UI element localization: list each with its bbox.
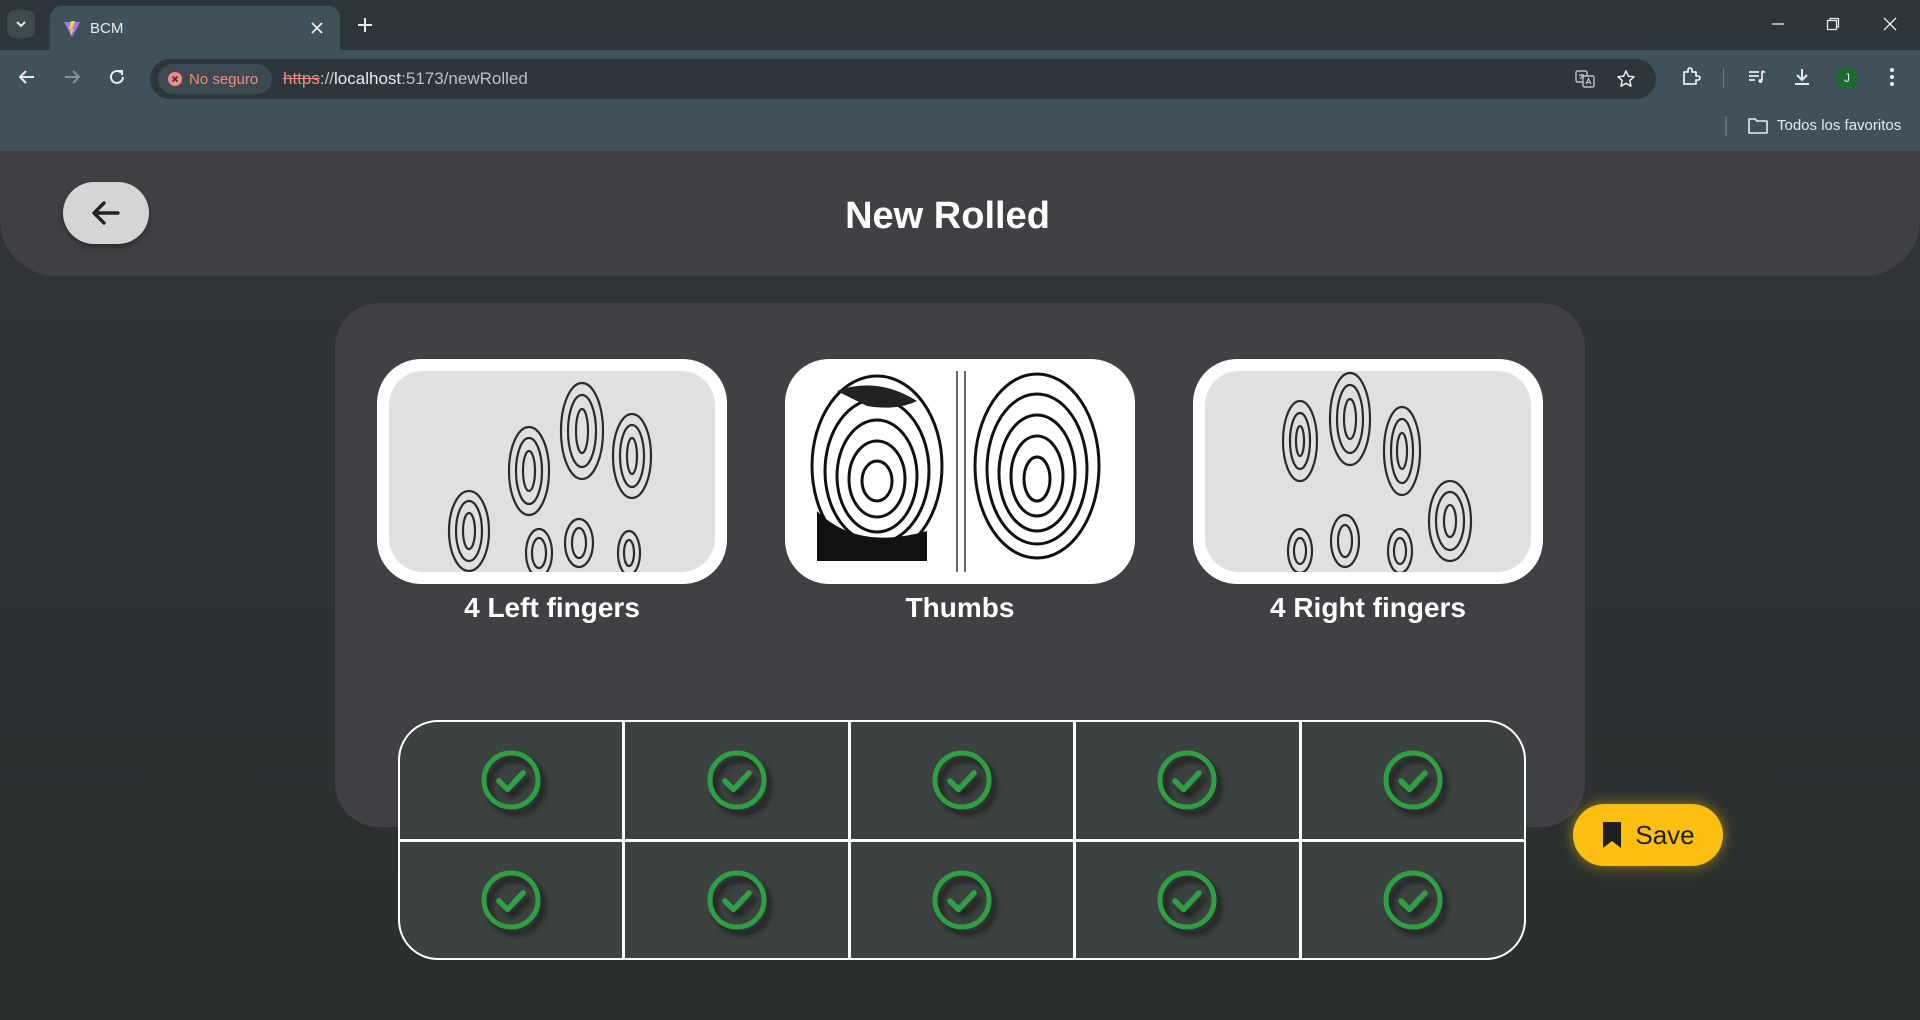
arrow-left-icon	[18, 70, 34, 84]
toolbar-divider	[1723, 68, 1724, 88]
extensions-button[interactable]	[1678, 64, 1704, 90]
bookmarks-divider	[1725, 116, 1727, 136]
not-secure-icon	[168, 72, 182, 86]
vite-favicon-icon	[64, 21, 80, 37]
check-circle-icon	[1383, 750, 1443, 810]
url-text[interactable]: https://localhost:5173/newRolled	[283, 69, 528, 89]
tab-bar: BCM	[0, 0, 1920, 50]
save-label: Save	[1635, 819, 1695, 850]
bookmarks-bar: Todos los favoritos	[0, 102, 1920, 151]
card-image-frame	[1193, 359, 1543, 584]
app-page: New Rolled 4 Left fingers Thumbs 4 Right…	[0, 151, 1920, 1020]
playlist-icon	[1749, 70, 1766, 83]
minimize-button[interactable]	[1764, 12, 1792, 36]
browser-tab[interactable]: BCM	[50, 6, 340, 50]
url-separator: ://	[319, 69, 335, 88]
tab-close-button[interactable]	[308, 19, 326, 37]
check-circle-icon	[481, 750, 541, 810]
more-vert-icon	[1890, 68, 1894, 86]
restore-icon	[1826, 17, 1840, 31]
arrow-right-icon	[65, 70, 81, 84]
all-bookmarks-link[interactable]: Todos los favoritos	[1777, 117, 1901, 134]
close-icon	[311, 22, 323, 34]
finger-cell[interactable]	[625, 722, 848, 839]
finger-cell[interactable]	[1076, 841, 1299, 958]
back-nav-button[interactable]	[14, 64, 40, 90]
card-image-frame	[377, 359, 727, 584]
reload-icon	[110, 69, 124, 84]
finger-cell[interactable]	[400, 722, 623, 839]
close-icon	[1883, 17, 1897, 31]
check-circle-icon	[707, 750, 767, 810]
thumbs-image	[797, 371, 1123, 572]
app-header: New Rolled	[0, 151, 1920, 276]
browser-toolbar: No seguro https://localhost:5173/newRoll…	[0, 50, 1920, 102]
puzzle-icon	[1683, 67, 1701, 85]
security-chip[interactable]: No seguro	[158, 64, 272, 94]
translate-icon	[1575, 70, 1595, 88]
save-button[interactable]: Save	[1573, 804, 1723, 866]
check-circle-icon	[1157, 750, 1217, 810]
star-icon	[1617, 70, 1635, 87]
finger-cell[interactable]	[400, 841, 623, 958]
bookmark-icon	[1603, 822, 1622, 848]
left-fingers-image	[389, 371, 715, 572]
profile-avatar[interactable]: J	[1836, 67, 1858, 89]
card-label: 4 Right fingers	[1269, 592, 1466, 623]
url-host: localhost	[334, 69, 402, 88]
forward-nav-button[interactable]	[59, 64, 85, 90]
finger-cell[interactable]	[625, 841, 848, 958]
page-title: New Rolled	[845, 195, 1050, 237]
thumbs-card[interactable]: Thumbs	[785, 359, 1135, 623]
finger-status-grid	[398, 720, 1526, 960]
check-circle-icon	[1383, 870, 1443, 930]
address-bar[interactable]: No seguro https://localhost:5173/newRoll…	[150, 59, 1656, 99]
right-fingers-card[interactable]: 4 Right fingers	[1193, 359, 1543, 623]
reload-button[interactable]	[104, 64, 130, 90]
restore-button[interactable]	[1819, 12, 1847, 36]
finger-cell[interactable]	[850, 722, 1074, 839]
finger-cell[interactable]	[850, 841, 1074, 958]
check-circle-icon	[1157, 870, 1217, 930]
check-circle-icon	[932, 750, 992, 810]
media-controls-button[interactable]	[1744, 64, 1770, 90]
new-tab-button[interactable]	[353, 13, 377, 37]
chevron-down-icon	[16, 21, 26, 28]
tab-title: BCM	[90, 20, 124, 37]
check-circle-icon	[932, 870, 992, 930]
card-label: 4 Left fingers	[464, 592, 640, 623]
url-scheme: https	[283, 69, 320, 88]
minimize-icon	[1772, 23, 1784, 25]
card-label: Thumbs	[905, 592, 1015, 623]
check-circle-icon	[707, 870, 767, 930]
tab-search-button[interactable]	[7, 10, 35, 38]
bookmark-star-button[interactable]	[1615, 68, 1637, 90]
card-image-frame	[785, 359, 1135, 584]
plus-icon	[358, 18, 372, 32]
url-path: :5173/newRolled	[401, 69, 528, 88]
finger-cell[interactable]	[1301, 722, 1524, 839]
security-label: No seguro	[189, 71, 259, 88]
finger-cell[interactable]	[1301, 841, 1524, 958]
check-circle-icon	[481, 870, 541, 930]
left-fingers-card[interactable]: 4 Left fingers	[377, 359, 727, 623]
folder-icon	[1748, 118, 1768, 134]
right-fingers-image	[1205, 371, 1531, 572]
menu-button[interactable]	[1879, 64, 1905, 90]
finger-cell[interactable]	[1076, 722, 1299, 839]
close-window-button[interactable]	[1876, 12, 1904, 36]
translate-button[interactable]	[1574, 68, 1596, 90]
downloads-button[interactable]	[1789, 64, 1815, 90]
download-icon	[1795, 69, 1809, 85]
